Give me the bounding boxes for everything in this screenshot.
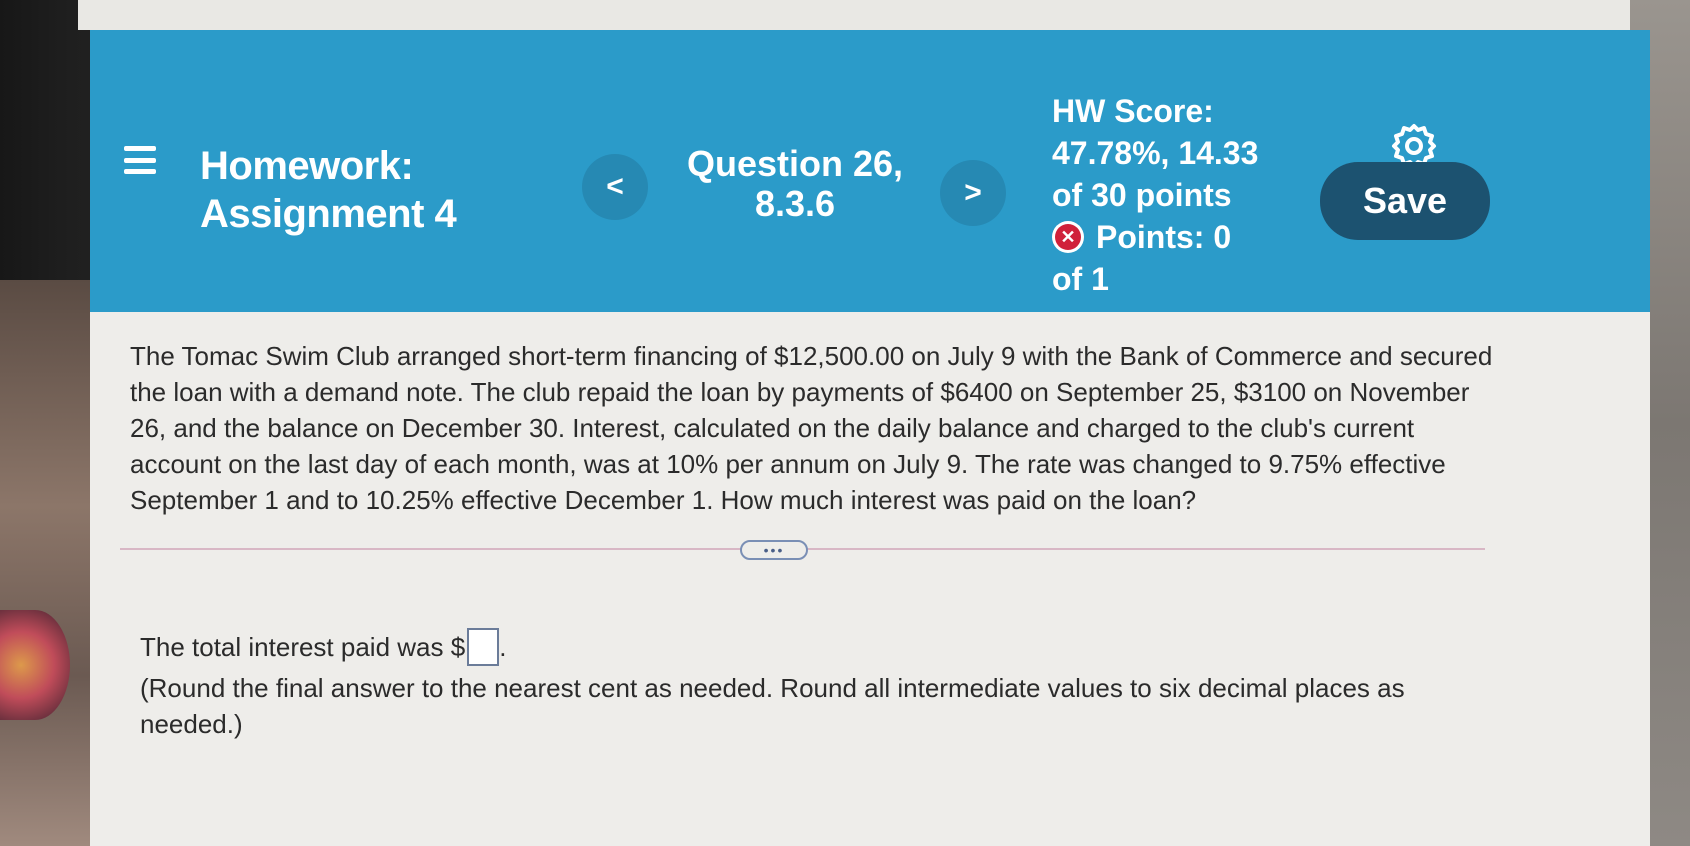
assignment-header: Homework: Assignment 4 < Question 26, 8.… (90, 30, 1650, 312)
points-total: of 1 (1052, 261, 1109, 297)
assignment-title: Homework: Assignment 4 (200, 142, 600, 238)
hw-score-total: of 30 points (1052, 177, 1232, 213)
screen-top-edge (78, 0, 1648, 30)
question-text: The Tomac Swim Club arranged short-term … (130, 341, 1493, 515)
question-label: Question 26, 8.3.6 (665, 144, 925, 224)
expand-button[interactable]: ••• (740, 540, 808, 560)
hw-score-value: 47.78%, 14.33 (1052, 135, 1259, 171)
chevron-left-icon: < (606, 170, 624, 203)
question-number-label: Question 26, (686, 143, 904, 184)
screen: Homework: Assignment 4 < Question 26, 8.… (90, 30, 1650, 846)
question-section: 8.3.6 (754, 183, 836, 224)
background-flower (0, 610, 70, 720)
assignment-title-label: Homework: (200, 144, 414, 188)
hw-score: HW Score: 47.78%, 14.33 of 30 points ✕ P… (1052, 90, 1312, 300)
save-button[interactable]: Save (1320, 162, 1490, 240)
answer-section: The total interest paid was $ . (Round t… (140, 628, 1500, 742)
menu-icon[interactable] (120, 140, 160, 180)
assignment-name: Assignment 4 (200, 192, 457, 236)
answer-suffix: . (499, 632, 507, 662)
answer-input[interactable] (467, 628, 500, 666)
points-line: ✕ Points: 0 (1052, 216, 1312, 258)
rounding-instructions: (Round the final answer to the nearest c… (140, 673, 1405, 739)
answer-prefix: The total interest paid was $ (140, 632, 466, 662)
next-question-button[interactable]: > (940, 160, 1006, 226)
chevron-right-icon: > (964, 176, 982, 209)
points-label: Points: 0 (1096, 219, 1232, 255)
previous-question-button[interactable]: < (582, 154, 648, 220)
incorrect-x-icon: ✕ (1052, 221, 1084, 253)
answer-line: The total interest paid was $ . (140, 628, 1500, 666)
hw-score-label: HW Score: (1052, 93, 1214, 129)
